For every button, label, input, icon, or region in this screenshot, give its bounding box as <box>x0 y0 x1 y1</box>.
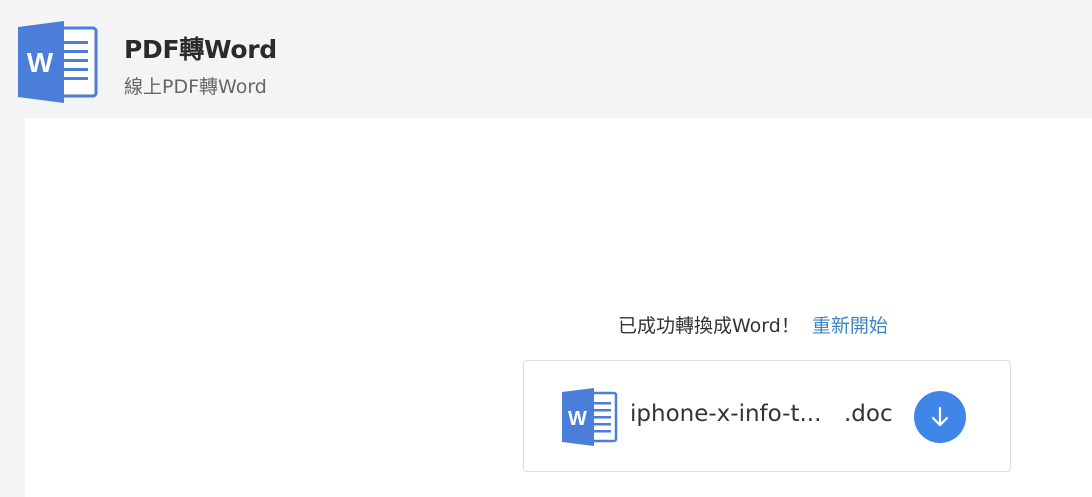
app-title: PDF轉Word <box>124 35 277 64</box>
app-subtitle: 線上PDF轉Word <box>124 76 267 98</box>
download-button[interactable] <box>914 391 966 443</box>
main-content: 已成功轉換成Word！ 重新開始 W iphone-x-info-t... .do… <box>25 118 1092 497</box>
file-card: W iphone-x-info-t... .doc <box>523 360 1011 472</box>
file-name: iphone-x-info-t... <box>630 401 822 427</box>
svg-text:W: W <box>27 47 54 78</box>
download-arrow-icon <box>931 406 949 427</box>
app-header: W PDF轉Word 線上PDF轉Word <box>0 0 1092 118</box>
word-logo-icon: W <box>18 21 98 103</box>
restart-link[interactable]: 重新開始 <box>812 315 888 337</box>
file-extension: .doc <box>844 401 893 427</box>
svg-text:W: W <box>568 408 587 430</box>
word-document-icon: W <box>562 388 618 446</box>
status-row: 已成功轉換成Word！ 重新開始 <box>618 311 888 338</box>
success-message: 已成功轉換成Word！ <box>618 315 800 337</box>
